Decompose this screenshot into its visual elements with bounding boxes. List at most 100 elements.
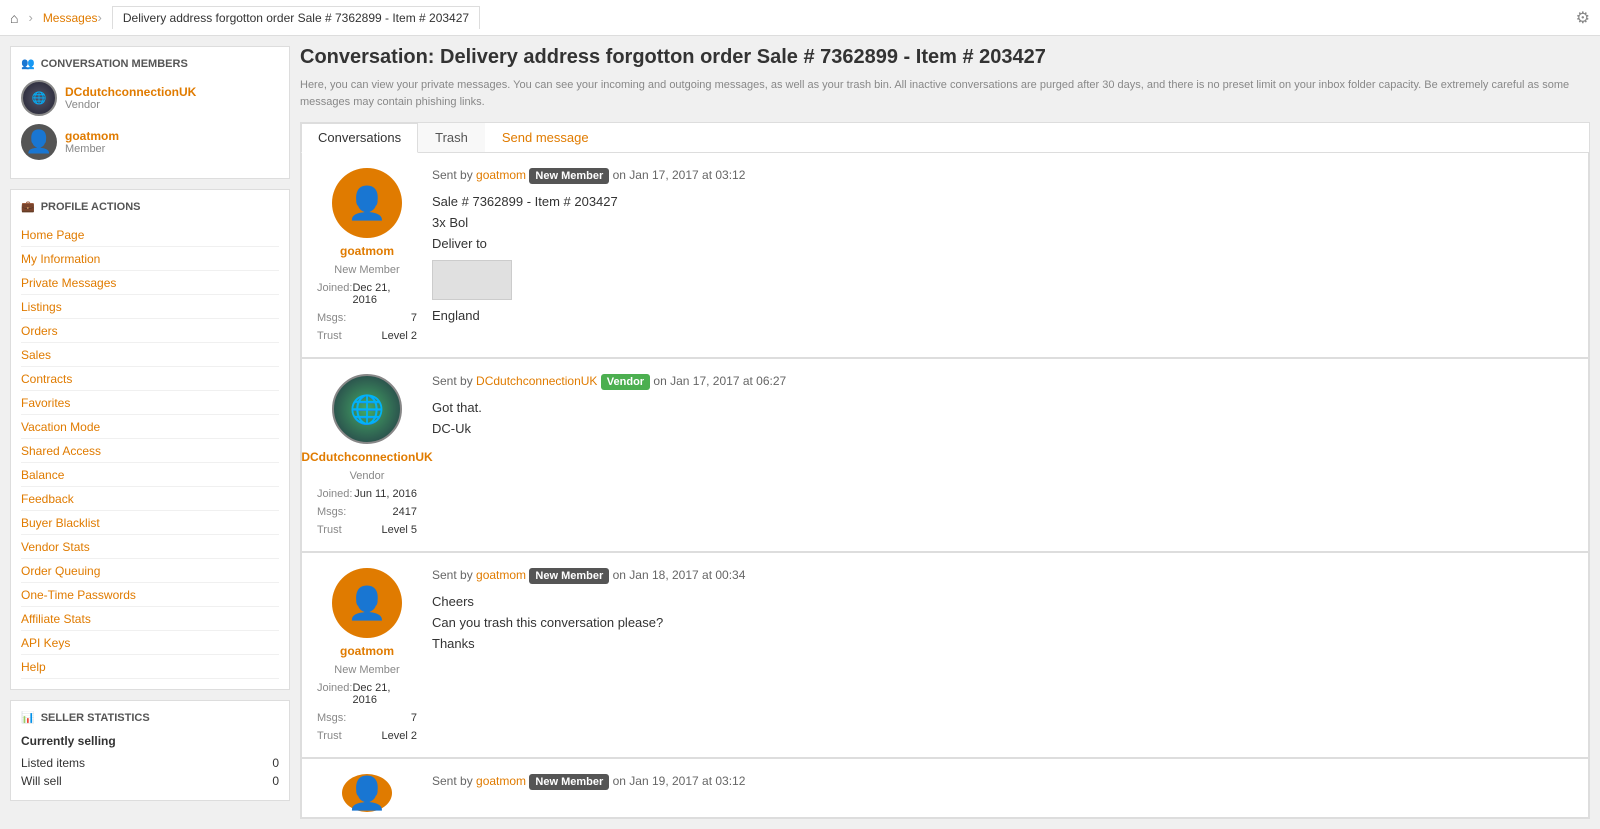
vendor-name[interactable]: DCdutchconnectionUK bbox=[65, 85, 196, 99]
help-link[interactable]: Help bbox=[21, 660, 46, 674]
stat-row: Listed items 0 bbox=[21, 754, 279, 772]
tab-send-message[interactable]: Send message bbox=[485, 123, 606, 152]
msg-header-1: Sent by goatmom New Member on Jan 17, 20… bbox=[432, 168, 1573, 184]
member-role: Member bbox=[65, 143, 119, 155]
buyer-blacklist-link[interactable]: Buyer Blacklist bbox=[21, 516, 100, 530]
vendor-stats-link[interactable]: Vendor Stats bbox=[21, 540, 90, 554]
stat-row: Will sell 0 bbox=[21, 772, 279, 790]
briefcase-icon: 💼 bbox=[21, 200, 35, 213]
msg-meta-trust-3: Trust Level 2 bbox=[317, 730, 417, 742]
msg-sender-name-2[interactable]: DCdutchconnectionUK bbox=[301, 450, 432, 464]
conversation-members-title: 👥 CONVERSATION MEMBERS bbox=[21, 57, 279, 70]
msg-line: Can you trash this conversation please? bbox=[432, 613, 1573, 634]
msg-badge-2: Vendor bbox=[601, 374, 650, 390]
msg-line: Thanks bbox=[432, 634, 1573, 655]
msg-line: England bbox=[432, 306, 1573, 327]
tabs-wrapper: Conversations Trash Send message 👤 goatm… bbox=[300, 122, 1590, 819]
nav-messages-link[interactable]: Messages bbox=[43, 11, 98, 25]
info-text: Here, you can view your private messages… bbox=[300, 77, 1590, 110]
contracts-link[interactable]: Contracts bbox=[21, 372, 72, 386]
vendor-avatar: 🌐 bbox=[21, 80, 57, 116]
profile-actions-list: Home Page My Information Private Message… bbox=[21, 223, 279, 679]
tab-conversations[interactable]: Conversations bbox=[301, 123, 418, 153]
list-item: Affiliate Stats bbox=[21, 607, 279, 631]
msg-meta-joined-1: Joined: Dec 21, 2016 bbox=[317, 282, 417, 306]
sales-link[interactable]: Sales bbox=[21, 348, 51, 362]
main-layout: 👥 CONVERSATION MEMBERS 🌐 DCdutchconnecti… bbox=[0, 36, 1600, 829]
private-messages-link[interactable]: Private Messages bbox=[21, 276, 116, 290]
list-item: Contracts bbox=[21, 367, 279, 391]
msg-body-1: Sent by goatmom New Member on Jan 17, 20… bbox=[432, 168, 1573, 342]
msg-meta-joined-3: Joined: Dec 21, 2016 bbox=[317, 682, 417, 706]
api-keys-link[interactable]: API Keys bbox=[21, 636, 70, 650]
balance-link[interactable]: Balance bbox=[21, 468, 64, 482]
msg-content-3: Cheers Can you trash this conversation p… bbox=[432, 592, 1573, 654]
msg-sent-on-2: on Jan 17, 2017 at 06:27 bbox=[653, 374, 786, 388]
msg-sender-link-3[interactable]: goatmom bbox=[476, 568, 526, 582]
settings-icon[interactable]: ⚙ bbox=[1576, 8, 1590, 28]
list-item: Vendor Stats bbox=[21, 535, 279, 559]
order-queuing-link[interactable]: Order Queuing bbox=[21, 564, 100, 578]
my-information-link[interactable]: My Information bbox=[21, 252, 100, 266]
stat-listed-label: Listed items bbox=[21, 756, 85, 770]
tabs-bar: Conversations Trash Send message bbox=[301, 123, 1589, 153]
msg-avatar-col: 👤 goatmom New Member Joined: Dec 21, 201… bbox=[317, 168, 417, 342]
favorites-link[interactable]: Favorites bbox=[21, 396, 70, 410]
msg-sender-link-1[interactable]: goatmom bbox=[476, 168, 526, 182]
list-item: Shared Access bbox=[21, 439, 279, 463]
msg-sender-link-4[interactable]: goatmom bbox=[476, 774, 526, 788]
vacation-mode-link[interactable]: Vacation Mode bbox=[21, 420, 100, 434]
seller-stats-box: 📊 SELLER STATISTICS Currently selling Li… bbox=[10, 700, 290, 801]
msg-line: Deliver to bbox=[432, 234, 1573, 255]
msg-sender-role-2: Vendor bbox=[350, 470, 385, 482]
message-card: 👤 goatmom New Member Joined: Dec 21, 201… bbox=[301, 153, 1589, 358]
message-card: 👤 goatmom New Member Joined: Dec 21, 201… bbox=[301, 552, 1589, 758]
msg-meta-joined-2: Joined: Jun 11, 2016 bbox=[317, 488, 417, 500]
msg-avatar-4: 👤 bbox=[342, 774, 392, 812]
list-item: My Information bbox=[21, 247, 279, 271]
one-time-passwords-link[interactable]: One-Time Passwords bbox=[21, 588, 136, 602]
member-avatar: 👤 bbox=[21, 124, 57, 160]
vendor-role: Vendor bbox=[65, 99, 196, 111]
nav-active-crumb: Delivery address forgotton order Sale # … bbox=[112, 6, 480, 29]
list-item: Favorites bbox=[21, 391, 279, 415]
msg-meta-msgs-1: Msgs: 7 bbox=[317, 312, 417, 324]
member-row-member: 👤 goatmom Member bbox=[21, 124, 279, 160]
member-row-vendor: 🌐 DCdutchconnectionUK Vendor bbox=[21, 80, 279, 116]
top-nav: ⌂ › Messages › Delivery address forgotto… bbox=[0, 0, 1600, 36]
msg-body-2: Sent by DCdutchconnectionUK Vendor on Ja… bbox=[432, 374, 1573, 536]
list-item: Sales bbox=[21, 343, 279, 367]
orders-link[interactable]: Orders bbox=[21, 324, 58, 338]
msg-header-4: Sent by goatmom New Member on Jan 19, 20… bbox=[432, 774, 1573, 790]
shared-access-link[interactable]: Shared Access bbox=[21, 444, 101, 458]
msg-sender-name-3[interactable]: goatmom bbox=[340, 644, 394, 658]
msg-avatar-1: 👤 bbox=[332, 168, 402, 238]
currently-selling-label: Currently selling bbox=[21, 734, 279, 748]
conversation-members-box: 👥 CONVERSATION MEMBERS 🌐 DCdutchconnecti… bbox=[10, 46, 290, 179]
list-item: Private Messages bbox=[21, 271, 279, 295]
tab-trash[interactable]: Trash bbox=[418, 123, 485, 152]
feedback-link[interactable]: Feedback bbox=[21, 492, 74, 506]
list-item: Feedback bbox=[21, 487, 279, 511]
list-item: Help bbox=[21, 655, 279, 679]
msg-badge-1: New Member bbox=[529, 168, 609, 184]
home-page-link[interactable]: Home Page bbox=[21, 228, 84, 242]
msg-body-4: Sent by goatmom New Member on Jan 19, 20… bbox=[432, 774, 1573, 802]
msg-avatar-col: 👤 bbox=[317, 774, 417, 802]
msg-body-3: Sent by goatmom New Member on Jan 18, 20… bbox=[432, 568, 1573, 742]
seller-stats-title: 📊 SELLER STATISTICS bbox=[21, 711, 279, 724]
msg-header-2: Sent by DCdutchconnectionUK Vendor on Ja… bbox=[432, 374, 1573, 390]
msg-avatar-3: 👤 bbox=[332, 568, 402, 638]
msg-sender-role-1: New Member bbox=[334, 264, 399, 276]
msg-content-1: Sale # 7362899 - Item # 203427 3x Bol De… bbox=[432, 192, 1573, 327]
home-icon[interactable]: ⌂ bbox=[10, 10, 18, 26]
listings-link[interactable]: Listings bbox=[21, 300, 62, 314]
member-name[interactable]: goatmom bbox=[65, 129, 119, 143]
stat-listed-value: 0 bbox=[272, 756, 279, 770]
msg-content-2: Got that. DC-Uk bbox=[432, 398, 1573, 440]
msg-meta-trust-1: Trust Level 2 bbox=[317, 330, 417, 342]
msg-sender-name-1[interactable]: goatmom bbox=[340, 244, 394, 258]
affiliate-stats-link[interactable]: Affiliate Stats bbox=[21, 612, 91, 626]
list-item: Buyer Blacklist bbox=[21, 511, 279, 535]
msg-sender-link-2[interactable]: DCdutchconnectionUK bbox=[476, 374, 597, 388]
